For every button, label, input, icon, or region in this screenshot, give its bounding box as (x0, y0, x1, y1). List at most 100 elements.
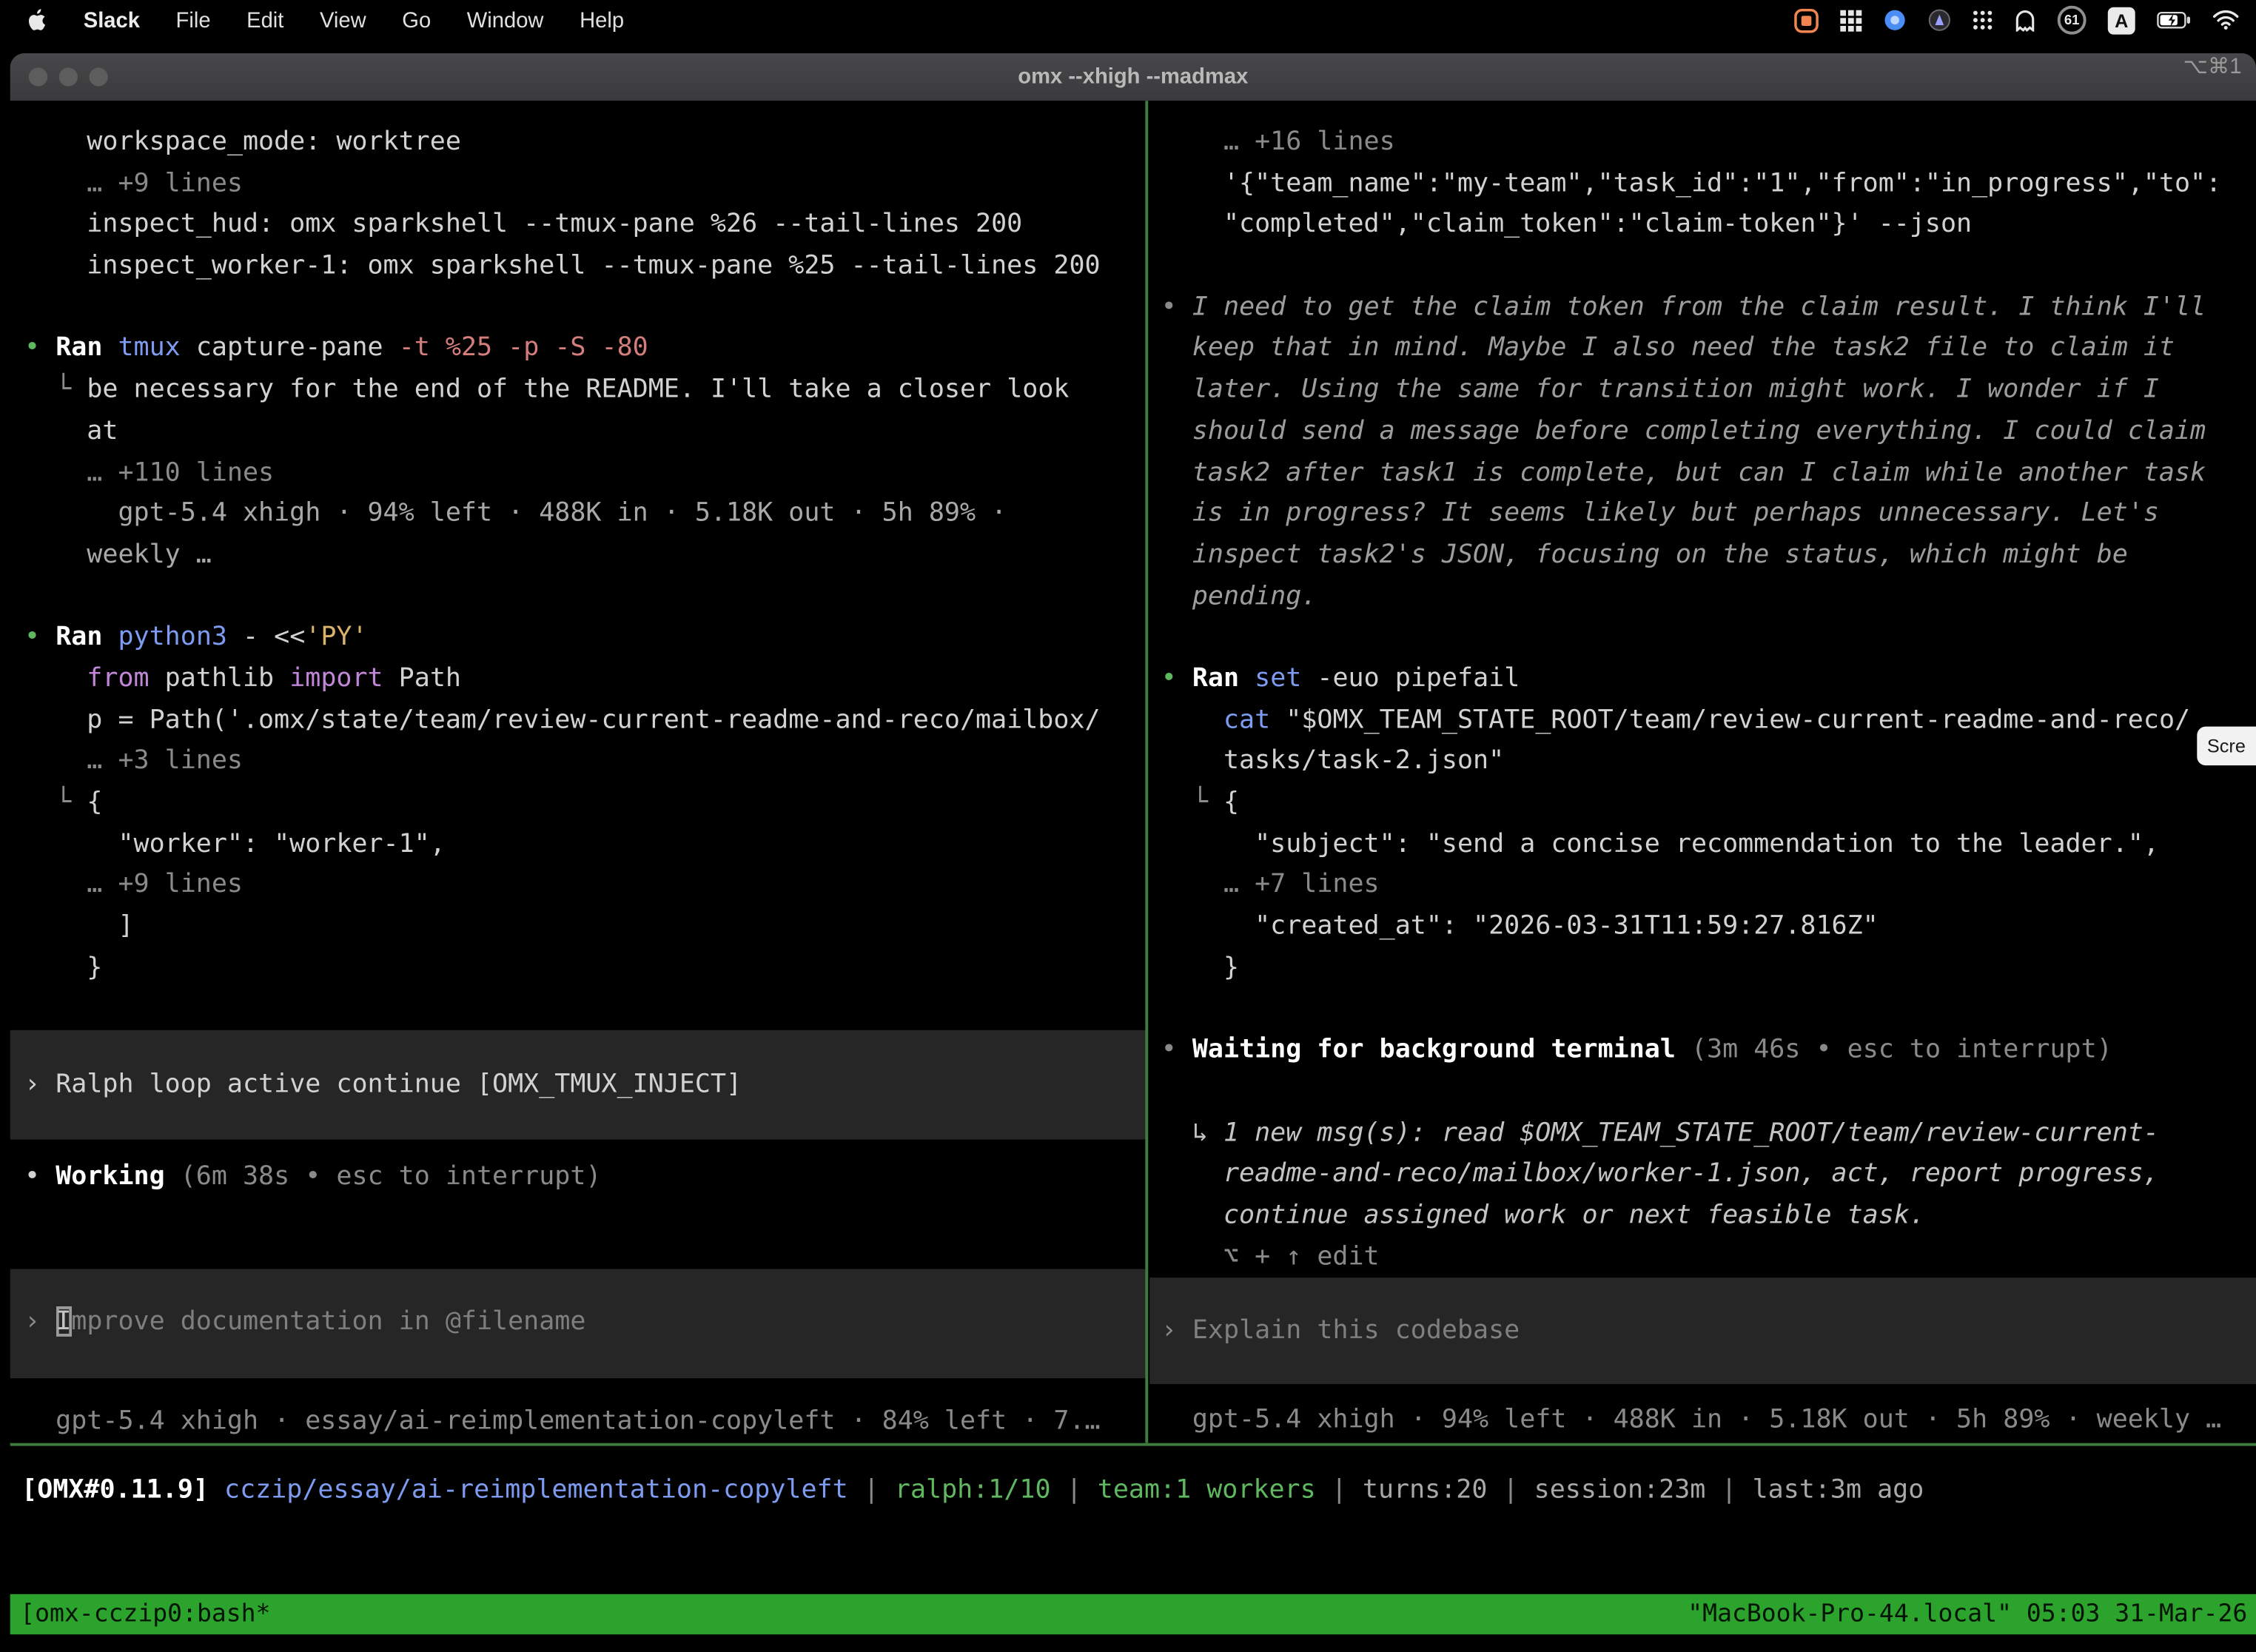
close-button[interactable] (29, 67, 47, 86)
terminal-window: omx --xhigh --madmax ⌥⌘1 workspace_mode:… (10, 53, 2256, 1652)
terminal-line: "subject": "send a concise recommendatio… (1161, 824, 2256, 865)
terminal-line: "completed","claim_token":"claim-token"}… (1161, 205, 2256, 246)
terminal-text-segment: • (24, 333, 56, 363)
input-source-icon[interactable]: A (2108, 7, 2135, 34)
terminal-line: • Ran tmux capture-pane -t %25 -p -S -80 (24, 329, 1147, 370)
terminal-text-segment: readme-and-reco/mailbox/worker-1.json, a… (1161, 1158, 2159, 1189)
terminal-line: … +16 lines (1161, 122, 2256, 164)
terminal-text-segment: pending. (1161, 580, 1317, 611)
terminal-text-segment: ↳ 1 new msg(s): read $OMX_TEAM_STATE_ROO… (1161, 1117, 2159, 1147)
terminal-line: inspect_worker-1: omx sparkshell --tmux-… (24, 246, 1147, 288)
menu-app-name[interactable]: Slack (84, 8, 140, 33)
ghost-icon[interactable] (2014, 9, 2035, 32)
screen-recording-icon[interactable] (1794, 8, 1819, 33)
minimize-button[interactable] (59, 67, 78, 86)
menu-item-file[interactable]: File (176, 8, 211, 33)
terminal-text-segment: | (1051, 1474, 1098, 1505)
terminal-line: gpt-5.4 xhigh · 94% left · 488K in · 5.1… (24, 494, 1147, 535)
terminal-text-segment: ] (24, 911, 133, 941)
menu-item-go[interactable]: Go (402, 8, 431, 33)
screenshot-tooltip[interactable]: Scre (2197, 727, 2256, 765)
menu-item-help[interactable]: Help (580, 8, 624, 33)
terminal-text-segment: { (87, 787, 102, 817)
terminal-line: at (24, 412, 1147, 453)
terminal-text-segment: "$OMX_TEAM_STATE_ROOT/team/review-curren… (1270, 705, 2190, 735)
terminal-line: ↳ 1 new msg(s): read $OMX_TEAM_STATE_ROO… (1161, 1113, 2256, 1155)
terminal-text-segment: | (1487, 1474, 1534, 1505)
terminal-text-segment: } (1161, 952, 1239, 982)
pane-divider-vertical[interactable] (1145, 101, 1148, 1443)
band-text: › Explain this codebase (1161, 1311, 1520, 1352)
terminal-line: later. Using the same for transition mig… (1161, 370, 2256, 412)
terminal-line: └ { (1161, 782, 2256, 824)
tmux-status-bar: [omx-cczip0:bash* "MacBook-Pro-44.local"… (10, 1594, 2256, 1634)
terminal-text-segment: I need to get the claim token from the c… (1192, 292, 2206, 322)
terminal-text-segment: is in progress? It seems likely but perh… (1161, 498, 2159, 528)
zoom-button[interactable] (90, 67, 108, 86)
terminal-blank-line (1161, 617, 2256, 659)
terminal-text-segment: continue assigned work or next feasible … (1161, 1200, 1925, 1230)
terminal-text-segment: gpt-5.4 xhigh · 94% left · 488K in · 5.1… (24, 498, 1007, 528)
menu-item-view[interactable]: View (320, 8, 366, 33)
terminal-text-segment: └ (24, 375, 87, 405)
terminal-text-segment: … +110 lines (24, 457, 274, 487)
terminal-text-segment: Working (56, 1161, 164, 1192)
terminal-line: … +7 lines (1161, 865, 2256, 907)
window-shortcut-hint: ⌥⌘1 (2183, 53, 2242, 101)
terminal-text-segment: keep that in mind. Maybe I also need the… (1161, 333, 2175, 363)
prompt-input-band[interactable]: › Improve documentation in @filename (10, 1269, 1147, 1378)
window-titlebar[interactable]: omx --xhigh --madmax ⌥⌘1 (10, 53, 2256, 102)
terminal-text-segment: pathlib (150, 663, 290, 694)
tmux-session-label: [omx-cczip0:bash* (10, 1600, 271, 1629)
terminal-text-segment: Explain this codebase (1192, 1315, 1520, 1346)
terminal-blank-line (1161, 989, 2256, 1030)
terminal-line: readme-and-reco/mailbox/worker-1.json, a… (1161, 1154, 2256, 1195)
menu-item-edit[interactable]: Edit (246, 8, 283, 33)
right-terminal-pane[interactable]: … +16 lines '{"team_name":"my-team","tas… (1149, 101, 2256, 1443)
terminal-line: cat "$OMX_TEAM_STATE_ROOT/team/review-cu… (1161, 700, 2256, 742)
dark-app-icon[interactable] (1928, 9, 1951, 32)
macos-screen: Slack File Edit View Go Window Help (0, 0, 2256, 1652)
terminal-text-segment: "worker": "worker-1", (24, 828, 446, 859)
terminal-text-segment (102, 333, 118, 363)
blue-app-icon[interactable] (1884, 9, 1907, 32)
terminal-text-segment: … +9 lines (24, 168, 243, 198)
apps-grid-icon[interactable] (1973, 10, 1993, 30)
terminal-line: pending. (1161, 577, 2256, 618)
terminal-line: … +3 lines (24, 742, 1147, 783)
terminal-line: ] (24, 907, 1147, 948)
menu-bar: Slack File Edit View Go Window Help (0, 0, 2256, 40)
battery-percent-badge[interactable]: 61 (2058, 6, 2087, 35)
terminal-text-segment: inspect task2's JSON, focusing on the st… (1161, 540, 2128, 570)
terminal-blank-line (1161, 246, 2256, 288)
grid-icon[interactable] (1840, 10, 1861, 31)
terminal-text-segment (1161, 705, 1223, 735)
terminal-line: p = Path('.omx/state/team/review-current… (24, 700, 1147, 742)
terminal-text-segment: at (24, 415, 118, 446)
terminal-text-segment: › (24, 1307, 56, 1337)
terminal-text-segment: Ran (56, 622, 102, 652)
apple-menu-icon[interactable] (26, 7, 47, 33)
terminal-text-segment: (6m 38s • esc to interrupt) (165, 1161, 602, 1192)
terminal-text-segment: • (24, 622, 56, 652)
terminal-text-segment: workspace_mode: worktree (24, 127, 461, 157)
terminal-text-segment: 'PY' (305, 622, 367, 652)
terminal-line: ⌥ + ↑ edit (1161, 1237, 2256, 1278)
terminal-line: } (24, 948, 1147, 990)
wifi-icon[interactable] (2213, 10, 2239, 30)
terminal-text-segment: … +3 lines (24, 746, 243, 776)
left-terminal-pane[interactable]: workspace_mode: worktree … +9 lines insp… (10, 101, 1147, 1443)
battery-icon[interactable] (2157, 12, 2192, 29)
prompt-suggestion-band[interactable]: › Explain this codebase (1149, 1278, 2256, 1385)
terminal-line: gpt-5.4 xhigh · 94% left · 488K in · 5.1… (1161, 1400, 2256, 1442)
menu-bar-left: Slack File Edit View Go Window Help (0, 7, 624, 33)
terminal-line: '{"team_name":"my-team","task_id":"1","f… (1161, 164, 2256, 205)
terminal-text-segment: -euo pipefail (1301, 663, 1520, 694)
terminal-text-segment: • (1161, 292, 1192, 322)
menu-item-window[interactable]: Window (467, 8, 544, 33)
terminal-text-segment: gpt-5.4 xhigh · 94% left · 488K in · 5.1… (1161, 1405, 2221, 1435)
terminal-text-segment: gpt-5.4 xhigh · essay/ai-reimplementatio… (24, 1406, 1101, 1436)
terminal-text-segment: Ralph loop active continue [OMX_TMUX_INJ… (56, 1069, 742, 1099)
terminal-text-segment: turns:20 (1363, 1474, 1488, 1505)
terminal-text-segment: from (24, 663, 150, 694)
